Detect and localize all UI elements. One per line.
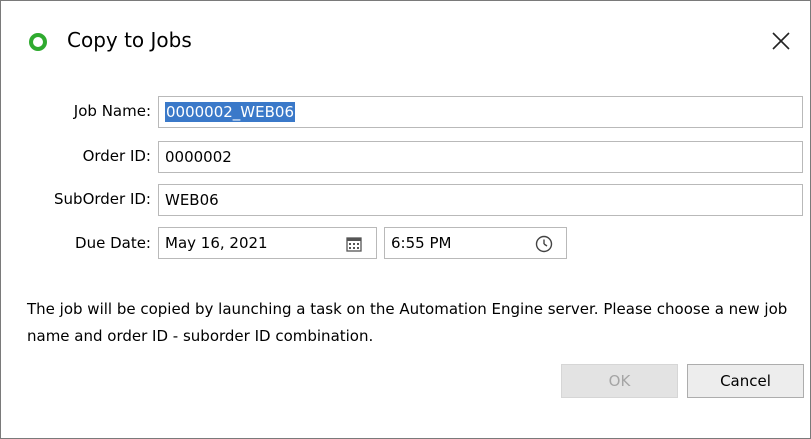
close-button[interactable] [766,26,796,56]
ok-button[interactable]: OK [561,364,678,398]
close-icon[interactable] [766,26,796,56]
green-ring-icon [29,33,47,51]
suborder-id-label: SubOrder ID: [54,190,151,208]
due-time-input[interactable]: 6:55 PM [384,227,567,259]
suborder-id-value: WEB06 [165,191,219,209]
job-name-input[interactable]: 0000002_WEB06 [158,96,803,128]
order-id-value: 0000002 [165,148,232,166]
cancel-button[interactable]: Cancel [687,364,804,398]
due-date-label: Due Date: [75,234,151,252]
due-date-value: May 16, 2021 [165,234,268,252]
dialog-title: Copy to Jobs [67,28,192,52]
suborder-id-input[interactable]: WEB06 [158,184,803,216]
due-date-input[interactable]: May 16, 2021 [158,227,377,259]
copy-to-jobs-dialog: Copy to Jobs Job Name: 0000002_WEB06 Ord… [0,0,811,439]
due-time-value: 6:55 PM [391,234,452,252]
calendar-icon[interactable] [344,234,364,254]
order-id-input[interactable]: 0000002 [158,141,803,173]
clock-icon[interactable] [534,234,554,254]
job-name-value: 0000002_WEB06 [165,102,295,122]
job-name-label: Job Name: [73,102,151,120]
info-message: The job will be copied by launching a ta… [27,300,788,345]
order-id-label: Order ID: [82,147,151,165]
dialog-titlebar: Copy to Jobs [1,1,810,79]
